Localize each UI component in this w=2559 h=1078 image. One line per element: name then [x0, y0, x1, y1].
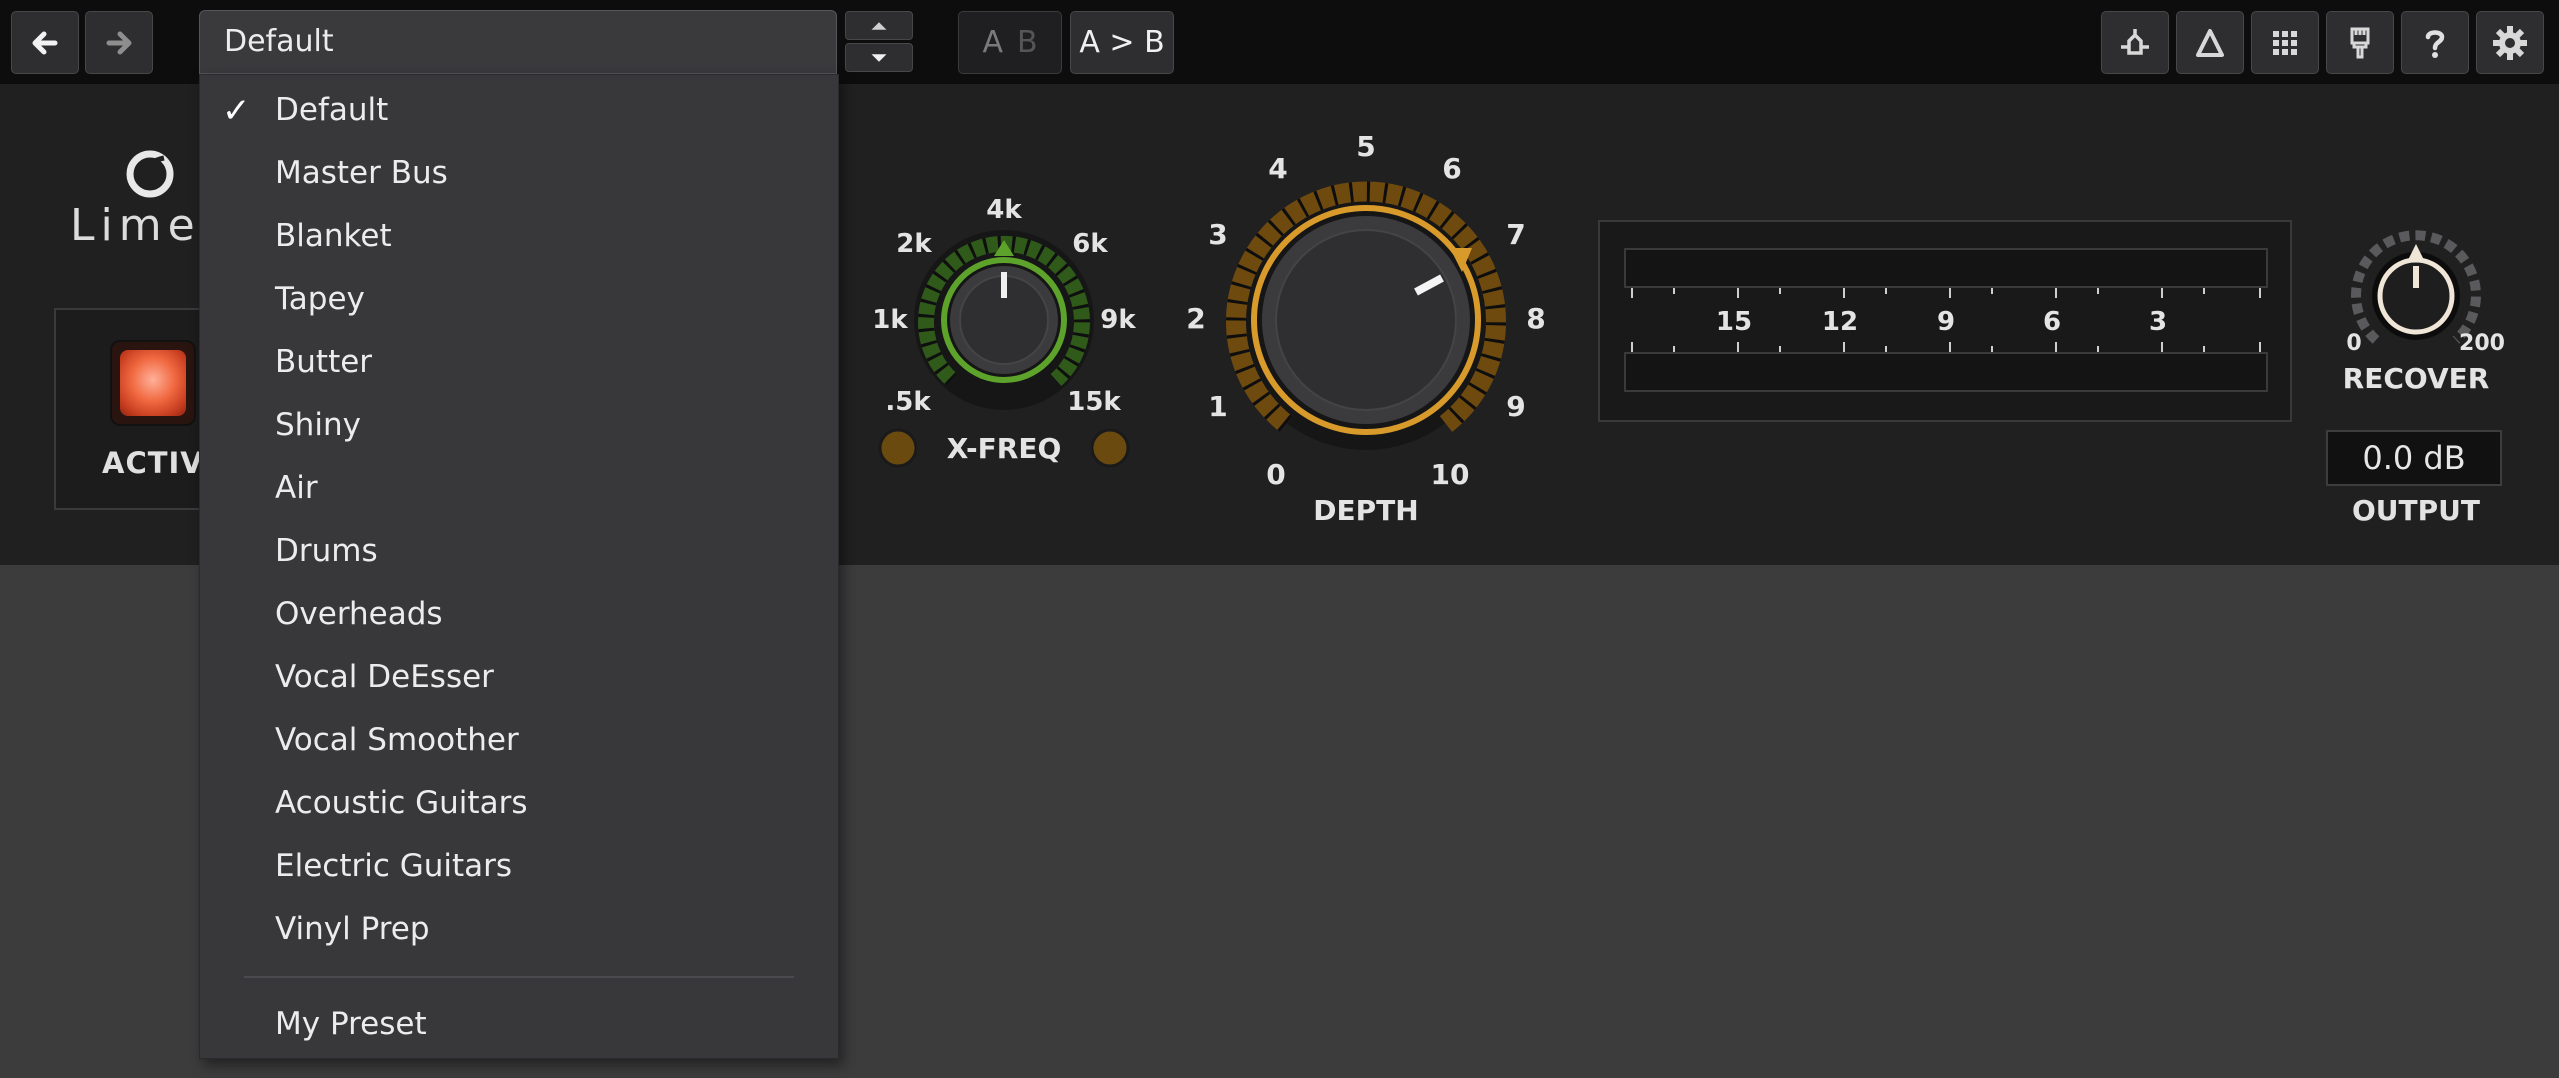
grid-icon — [2273, 30, 2297, 55]
preset-down-button[interactable] — [845, 43, 913, 72]
preset-menu-item[interactable]: Master Bus — [275, 153, 448, 193]
xfreq-label: X-FREQ — [947, 432, 1062, 465]
theme-button[interactable] — [2326, 11, 2394, 74]
preset-menu-item[interactable]: Vinyl Prep — [275, 909, 430, 949]
forward-button[interactable] — [85, 11, 153, 74]
preset-menu-item[interactable]: Vocal Smoother — [275, 720, 519, 760]
undo-button[interactable] — [2101, 11, 2169, 74]
meter-scale: 15 12 9 6 3 — [1631, 288, 2261, 352]
meter-scale-3: 3 — [2149, 307, 2167, 337]
depth-tick-10: 10 — [1431, 458, 1470, 491]
preset-menu-item[interactable]: Acoustic Guitars — [275, 783, 527, 823]
brand-name: Lime — [70, 200, 201, 251]
preset-menu-item[interactable]: Vocal DeEsser — [275, 657, 494, 697]
help-button[interactable] — [2401, 11, 2469, 74]
toolbar: Default A B A > B — [0, 0, 2559, 84]
xfreq-knob[interactable]: 4k 2k 6k 1k 9k .5k 15k X-FREQ — [850, 180, 1150, 490]
preset-menu-item[interactable]: Tapey — [275, 279, 365, 319]
delta-button[interactable] — [2176, 11, 2244, 74]
depth-tick-0: 0 — [1266, 458, 1285, 491]
meter-bar-bottom — [1624, 352, 2268, 392]
meter-scale-6: 6 — [2043, 307, 2061, 337]
recover-min: 0 — [2346, 331, 2361, 356]
preset-menu-item[interactable]: Shiny — [275, 405, 361, 445]
xfreq-tick-2k: 2k — [896, 229, 932, 259]
back-button[interactable] — [11, 11, 79, 74]
depth-tick-9: 9 — [1506, 390, 1525, 423]
recover-max: 200 — [2459, 331, 2505, 356]
output-label: OUTPUT — [2352, 494, 2480, 527]
xfreq-tick-15k: 15k — [1067, 387, 1121, 417]
depth-label: DEPTH — [1313, 494, 1418, 527]
meter-scale-9: 9 — [1937, 307, 1955, 337]
preset-selector[interactable]: Default — [199, 10, 837, 74]
preset-menu-item[interactable]: Air — [275, 468, 318, 508]
preset-menu-item[interactable]: Drums — [275, 531, 378, 571]
check-icon: ✓ — [222, 91, 251, 131]
ab-label-b: B — [1016, 25, 1038, 60]
recover-knob[interactable]: 0 200 RECOVER — [2330, 230, 2510, 400]
delta-icon — [2196, 28, 2224, 57]
back-arrow-icon — [32, 31, 58, 54]
grid-button[interactable] — [2251, 11, 2319, 74]
recover-label: RECOVER — [2343, 362, 2490, 395]
depth-tick-8: 8 — [1526, 302, 1545, 335]
forward-arrow-icon — [106, 31, 132, 54]
depth-tick-3: 3 — [1208, 218, 1227, 251]
xfreq-left-button[interactable] — [878, 428, 918, 468]
depth-tick-7: 7 — [1506, 218, 1525, 251]
preset-menu-item[interactable]: Overheads — [275, 594, 443, 634]
lime-logo-icon — [126, 150, 174, 198]
active-led — [120, 350, 186, 416]
xfreq-tick-4k: 4k — [986, 195, 1022, 225]
preset-menu-item[interactable]: Default — [275, 90, 388, 130]
xfreq-tick-05k: .5k — [885, 387, 931, 417]
meter-scale-12: 12 — [1822, 307, 1858, 337]
settings-button[interactable] — [2476, 11, 2544, 74]
help-icon — [2425, 29, 2445, 58]
xfreq-tick-9k: 9k — [1100, 305, 1136, 335]
output-value[interactable]: 0.0 dB — [2326, 430, 2502, 486]
meter-bar-top — [1624, 248, 2268, 288]
xfreq-tick-1k: 1k — [872, 305, 908, 335]
preset-down-icon — [871, 53, 887, 62]
depth-tick-5: 5 — [1356, 130, 1375, 163]
ab-label-a: A — [982, 25, 1003, 60]
gear-icon — [2493, 25, 2527, 60]
depth-tick-2: 2 — [1186, 302, 1205, 335]
ab-toggle-button[interactable]: A B — [958, 11, 1062, 74]
menu-separator — [244, 976, 794, 978]
depth-tick-4: 4 — [1268, 152, 1287, 185]
preset-menu: Default ✓ Master Bus Blanket Tapey Butter Shin… — [199, 74, 839, 1059]
xfreq-tick-6k: 6k — [1072, 229, 1108, 259]
copy-a-to-b-button[interactable]: A > B — [1070, 11, 1174, 74]
depth-tick-1: 1 — [1208, 390, 1227, 423]
preset-up-icon — [871, 21, 887, 30]
preset-menu-item[interactable]: Butter — [275, 342, 372, 382]
user-preset-menu-item[interactable]: My Preset — [275, 1004, 427, 1044]
undo-shield-icon — [2121, 28, 2149, 55]
paintbrush-icon — [2350, 27, 2370, 58]
depth-knob[interactable]: 5 4 6 3 7 2 8 1 9 0 10 DEPTH — [1180, 120, 1560, 540]
preset-up-button[interactable] — [845, 11, 913, 40]
active-button[interactable] — [110, 340, 196, 426]
meter-scale-15: 15 — [1716, 307, 1752, 337]
depth-tick-6: 6 — [1442, 152, 1461, 185]
preset-menu-item[interactable]: Electric Guitars — [275, 846, 512, 886]
preset-menu-item[interactable]: Blanket — [275, 216, 392, 256]
gain-reduction-meter: 15 12 9 6 3 — [1598, 220, 2292, 422]
xfreq-right-button[interactable] — [1090, 428, 1130, 468]
